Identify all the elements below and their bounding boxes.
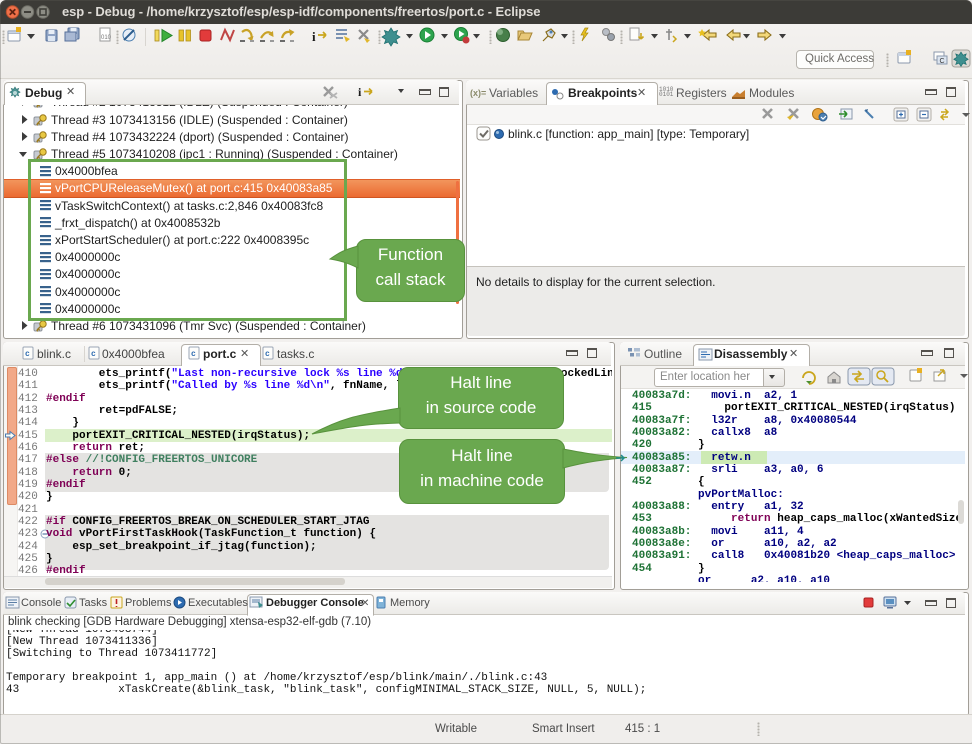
svg-text:i: i bbox=[312, 29, 316, 44]
svg-text:c: c bbox=[91, 350, 96, 359]
svg-text:c: c bbox=[265, 350, 270, 359]
svg-text:i: i bbox=[358, 85, 362, 99]
svg-text:010: 010 bbox=[101, 35, 112, 41]
svg-text:c: c bbox=[25, 350, 30, 359]
svg-text:c: c bbox=[191, 350, 196, 359]
svg-text:C: C bbox=[940, 58, 945, 65]
